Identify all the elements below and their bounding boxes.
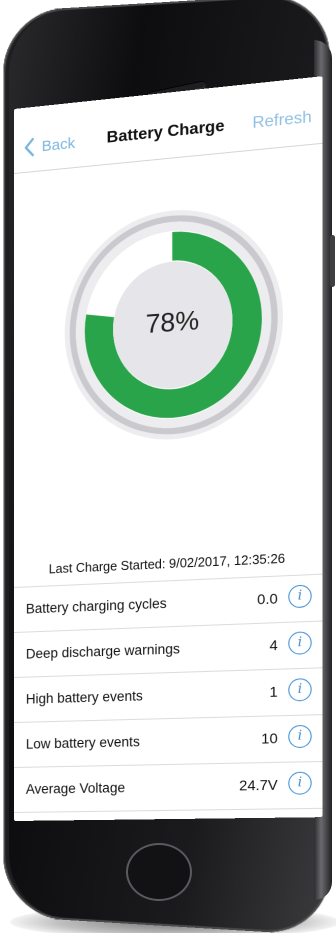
stat-label: Low battery events xyxy=(25,734,140,752)
stat-value: 10 xyxy=(261,729,278,747)
stat-label: Average Voltage xyxy=(25,780,126,797)
stat-label: Battery charging cycles xyxy=(25,595,167,617)
refresh-button[interactable]: Refresh xyxy=(252,109,311,134)
app-screen: Back Battery Charge Refresh 78% Last Cha… xyxy=(14,76,323,821)
stat-row-high-battery: High battery events 1 i xyxy=(14,667,323,722)
battery-stats-list: Battery charging cycles 0.0 i Deep disch… xyxy=(14,573,323,813)
home-button[interactable] xyxy=(126,843,192,901)
stat-row-average-voltage: Average Voltage 24.7V i xyxy=(14,760,323,813)
info-icon[interactable]: i xyxy=(288,584,312,609)
stat-row-low-battery: Low battery events 10 i xyxy=(14,714,323,767)
info-icon[interactable]: i xyxy=(288,724,312,749)
power-button xyxy=(330,235,335,287)
stat-value: 24.7V xyxy=(239,776,278,794)
info-icon[interactable]: i xyxy=(288,771,312,795)
last-charge-started: Last Charge Started: 9/02/2017, 12:35:26 xyxy=(48,551,286,577)
battery-charge-gauge: 78% xyxy=(62,196,286,450)
stat-value: 0.0 xyxy=(257,590,278,608)
stat-label: High battery events xyxy=(25,688,143,707)
stat-value: 1 xyxy=(269,683,278,700)
info-icon[interactable]: i xyxy=(288,631,312,655)
info-icon[interactable]: i xyxy=(288,678,312,702)
stat-label: Deep discharge warnings xyxy=(25,641,180,662)
stat-value: 4 xyxy=(269,636,278,654)
phone-mockup: Back Battery Charge Refresh 78% Last Cha… xyxy=(0,0,336,933)
